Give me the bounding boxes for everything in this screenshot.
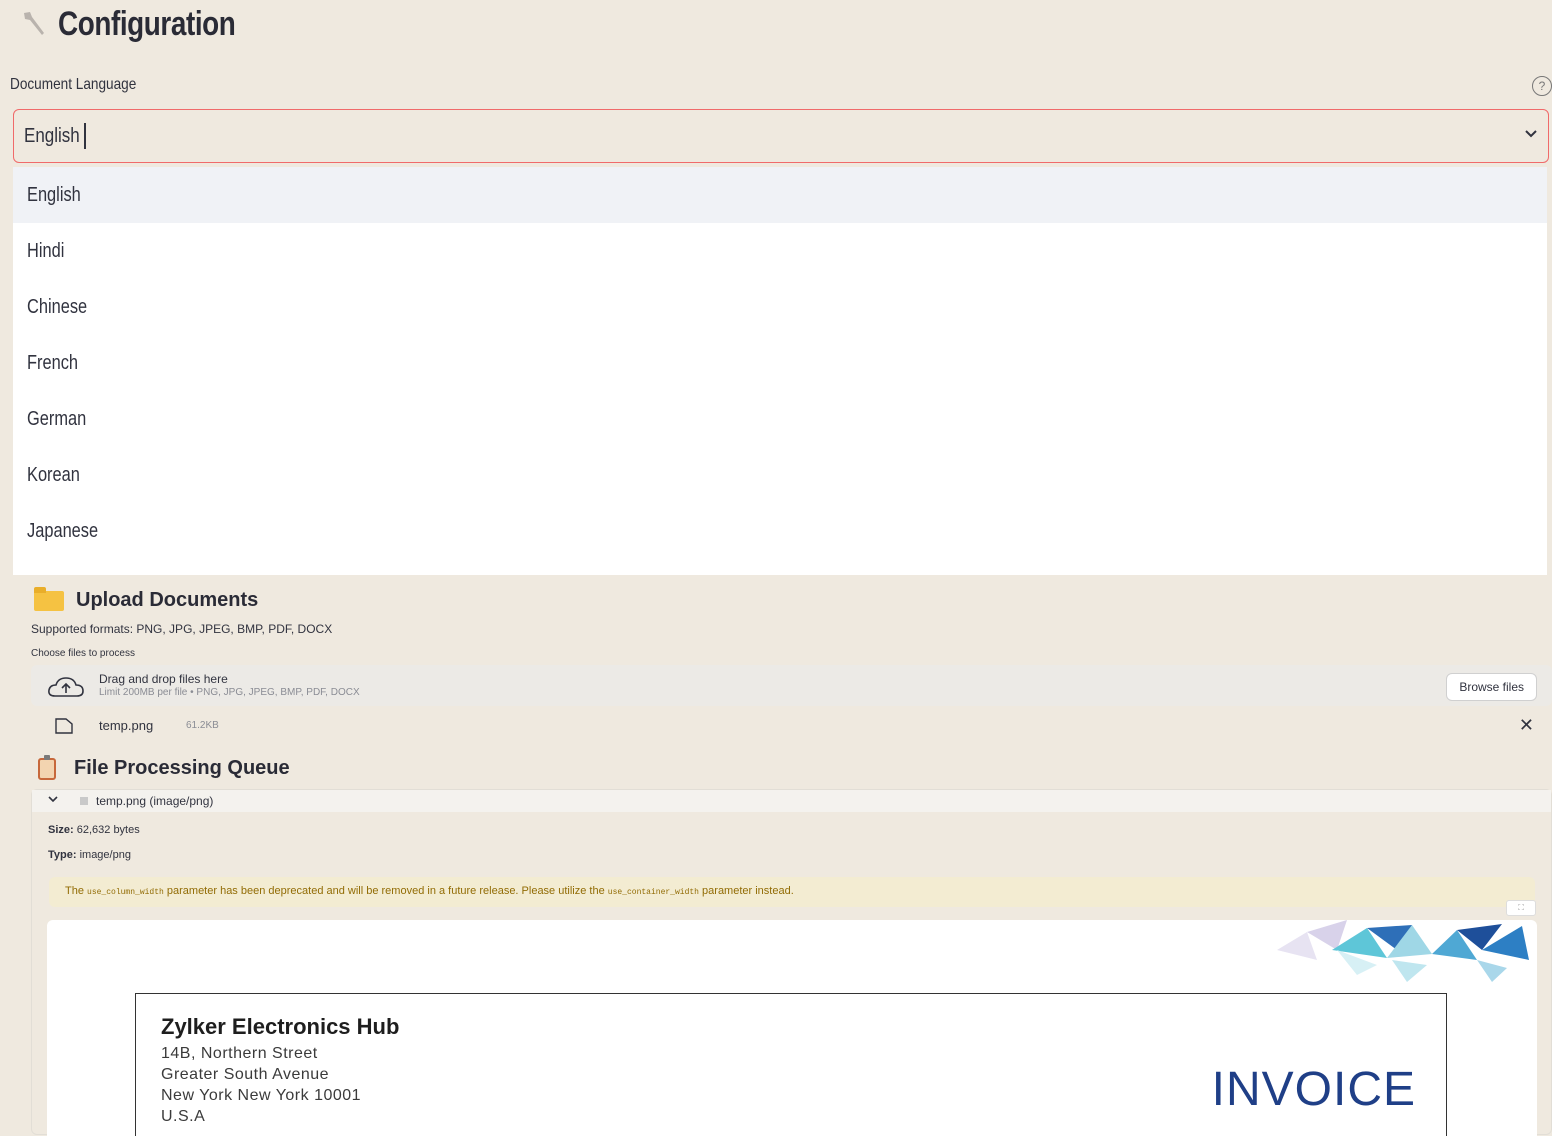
- dropdown-option-korean[interactable]: Korean: [13, 447, 1547, 503]
- file-dropzone[interactable]: Drag and drop files here Limit 200MB per…: [31, 665, 1552, 706]
- uploaded-file-name: temp.png: [99, 718, 154, 733]
- option-label: Japanese: [27, 520, 99, 542]
- fullscreen-icon[interactable]: ⛶: [1506, 900, 1536, 916]
- wrench-icon: [24, 12, 44, 35]
- chevron-down-icon[interactable]: [1524, 126, 1538, 144]
- dropdown-option-japanese[interactable]: Japanese: [13, 503, 1547, 559]
- expander-label: temp.png (image/png): [96, 794, 214, 808]
- address-line: New York New York 10001: [161, 1087, 362, 1104]
- dropzone-limit-text: Limit 200MB per file • PNG, JPG, JPEG, B…: [99, 687, 360, 698]
- help-icon[interactable]: ?: [1532, 76, 1552, 96]
- folder-icon: [34, 586, 64, 611]
- clipboard-icon: [38, 754, 56, 780]
- invoice-heading: INVOICE: [1211, 1063, 1416, 1116]
- dropdown-option-hindi[interactable]: Hindi: [13, 223, 1547, 279]
- uploaded-file-row: temp.png 61.2KB ✕: [31, 711, 1552, 741]
- address-line: 14B, Northern Street: [161, 1045, 318, 1062]
- option-label: Hindi: [27, 240, 65, 262]
- dropdown-option-german[interactable]: German: [13, 391, 1547, 447]
- size-value: 62,632 bytes: [73, 824, 140, 836]
- dropzone-instructions: Drag and drop files here: [99, 672, 228, 686]
- company-name: Zylker Electronics Hub: [161, 1014, 400, 1039]
- supported-formats-text: Supported formats: PNG, JPG, JPEG, BMP, …: [31, 622, 333, 636]
- upload-documents-header: Upload Documents: [34, 586, 259, 612]
- browse-files-button[interactable]: Browse files: [1446, 673, 1537, 701]
- option-label: English: [27, 184, 81, 206]
- file-uploader-label: Choose files to process: [31, 648, 135, 659]
- image-file-icon: [80, 797, 88, 805]
- size-key: Size:: [48, 824, 74, 836]
- file-expander: temp.png (image/png) Size: 62,632 bytes …: [31, 789, 1552, 1136]
- queue-title: File Processing Queue: [74, 757, 290, 779]
- warning-code-container-width: use_container_width: [607, 888, 699, 897]
- option-label: Chinese: [27, 296, 88, 318]
- address-line: U.S.A: [161, 1108, 206, 1125]
- invoice-image-preview: Zylker Electronics Hub 14B, Northern Str…: [47, 920, 1537, 1136]
- type-value: image/png: [76, 849, 131, 861]
- document-language-select[interactable]: English: [13, 109, 1549, 163]
- select-current-value[interactable]: English: [24, 125, 80, 148]
- close-icon[interactable]: ✕: [1519, 715, 1534, 736]
- dropdown-option-english[interactable]: English: [13, 167, 1547, 223]
- warning-text: The use_column_width parameter has been …: [65, 885, 794, 897]
- document-language-label: Document Language: [10, 76, 137, 93]
- address-line: Greater South Avenue: [161, 1066, 330, 1083]
- page-title: Configuration: [58, 4, 236, 43]
- language-dropdown-menu: English Hindi Chinese French German Kore…: [13, 167, 1547, 575]
- configuration-header: Configuration: [20, 4, 274, 44]
- uploaded-file-size: 61.2KB: [186, 720, 219, 731]
- type-key: Type:: [48, 849, 77, 861]
- option-label: German: [27, 408, 87, 430]
- file-icon: [55, 718, 73, 734]
- warning-pre: The: [65, 885, 88, 897]
- decorative-triangles: [1277, 920, 1529, 982]
- dropdown-option-french[interactable]: French: [13, 335, 1547, 391]
- warning-mid: parameter has been deprecated and will b…: [163, 885, 608, 897]
- warning-post: parameter instead.: [698, 885, 794, 897]
- option-label: French: [27, 352, 79, 374]
- dropdown-option-chinese[interactable]: Chinese: [13, 279, 1547, 335]
- upload-title: Upload Documents: [76, 589, 259, 611]
- file-processing-queue-header: File Processing Queue: [38, 754, 290, 780]
- invoice-document: Zylker Electronics Hub 14B, Northern Str…: [135, 993, 1447, 1136]
- chevron-down-icon[interactable]: [48, 792, 58, 806]
- deprecation-warning: The use_column_width parameter has been …: [49, 877, 1535, 907]
- option-label: Korean: [27, 464, 80, 486]
- file-size-line: Size: 62,632 bytes: [48, 824, 140, 836]
- text-cursor: [84, 123, 86, 149]
- warning-code-column-width: use_column_width: [87, 888, 164, 897]
- file-type-line: Type: image/png: [48, 849, 131, 861]
- cloud-upload-icon: [48, 677, 84, 697]
- expander-header[interactable]: temp.png (image/png): [32, 790, 1551, 812]
